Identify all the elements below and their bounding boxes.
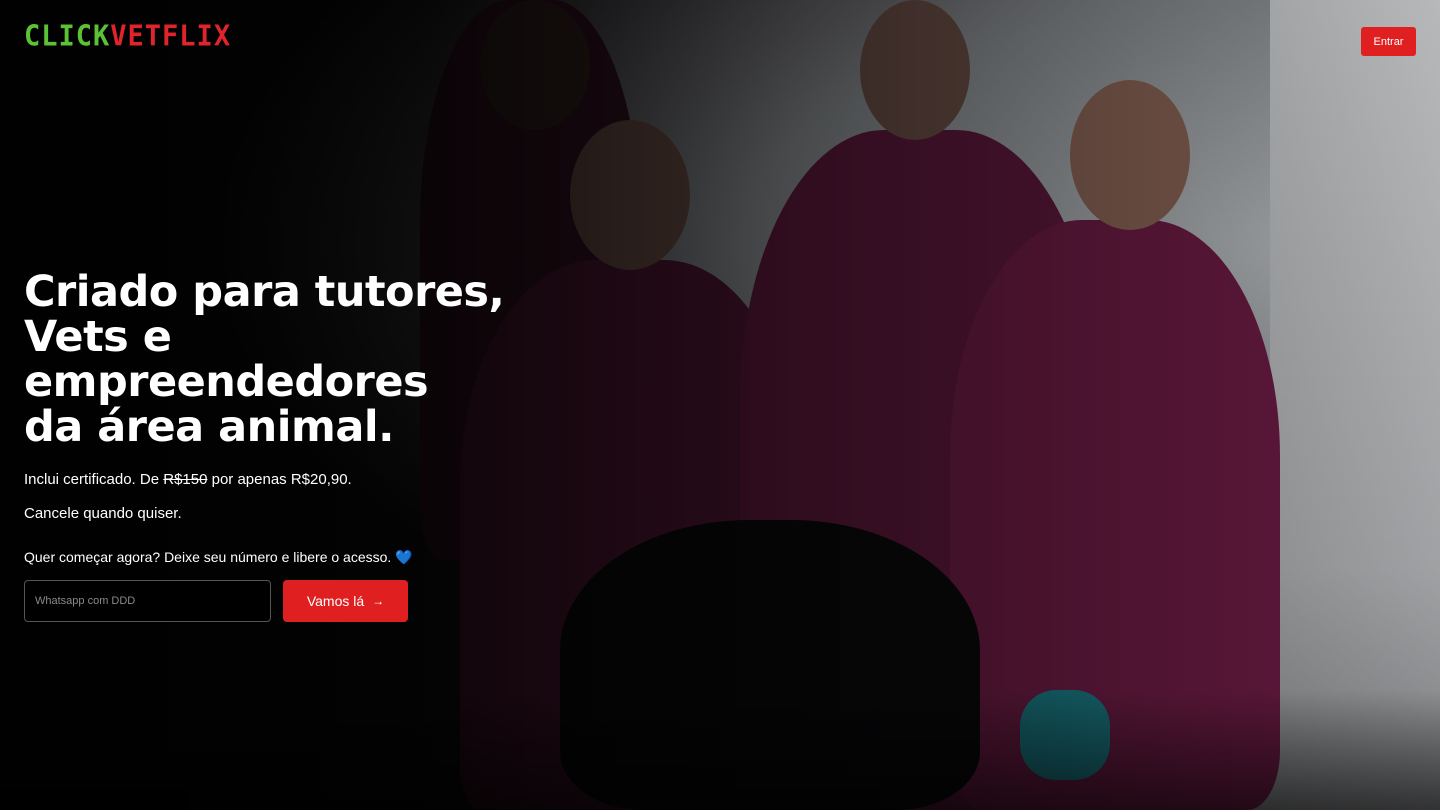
arrow-right-icon: → (372, 594, 385, 608)
cta-text: Quer começar agora? Deixe seu número e l… (24, 549, 413, 565)
submit-button[interactable]: Vamos lá → (283, 580, 408, 622)
pricing-text: Inclui certificado. De R$150 por apenas … (24, 471, 352, 488)
headline-line: Vets e (24, 312, 172, 362)
submit-label: Vamos lá (306, 593, 365, 609)
hero-section: CLICKVETFLIX Entrar Criado para tutores,… (0, 0, 1440, 810)
blue-heart-icon: 💙 (395, 549, 413, 565)
headline-line: empreendedores (24, 357, 429, 407)
whatsapp-input[interactable] (24, 580, 271, 622)
brand-logo[interactable]: CLICKVETFLIX (24, 19, 231, 55)
cancel-text: Cancele quando quiser. (24, 505, 182, 522)
old-price: R$150 (163, 471, 208, 488)
logo-vetflix: VETFLIX (110, 20, 232, 53)
headline-line: da área animal. (24, 402, 394, 452)
headline-line: Criado para tutores, (24, 267, 505, 317)
hero-headline: Criado para tutores, Vets e empreendedor… (24, 270, 544, 450)
login-button[interactable]: Entrar (1361, 27, 1416, 56)
logo-click: CLICK (24, 20, 111, 53)
